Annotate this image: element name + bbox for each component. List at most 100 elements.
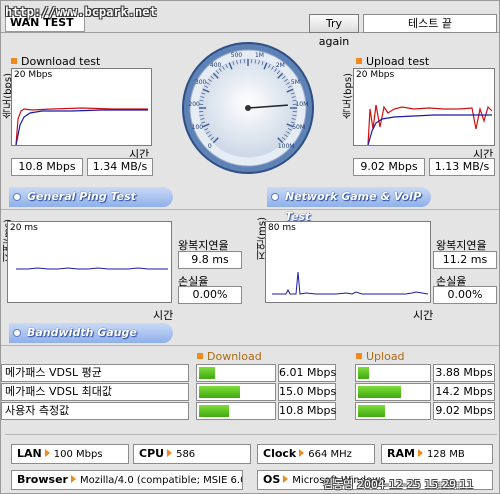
download-mbps: 10.8 Mbps xyxy=(11,158,83,176)
cpu-info: CPU 586 xyxy=(133,444,251,464)
game-line-blue xyxy=(272,271,429,295)
bw-upload-bar xyxy=(355,364,431,382)
bw-download-value: 15.0 Mbps xyxy=(278,383,336,401)
game-banner: Network Game & VoIP Test xyxy=(267,187,431,223)
gauge-tick-label: 300 xyxy=(195,79,207,86)
watermark: http://www.bcpark.net xyxy=(5,5,157,19)
bw-upload-header: Upload xyxy=(356,350,405,363)
bw-download-fill xyxy=(199,367,215,379)
banner-bullet-icon xyxy=(13,329,21,337)
bw-download-bar xyxy=(196,383,276,401)
bw-download-bar xyxy=(196,402,276,420)
upload-mbps: 9.02 Mbps xyxy=(353,158,425,176)
bw-download-value: 10.8 Mbps xyxy=(278,402,336,420)
ping-graph: 20 ms xyxy=(7,221,172,303)
bw-download-header: Download xyxy=(197,350,262,363)
ping-line-blue xyxy=(16,267,168,270)
bw-upload-value: 14.2 Mbps xyxy=(433,383,495,401)
arrow-right-icon xyxy=(167,449,173,457)
test-status-field: 테스트 끝 xyxy=(363,14,497,33)
browser-info: Browser Mozilla/4.0 (compatible; MSIE 6.0 xyxy=(11,470,243,490)
gauge-tick-label: 400 xyxy=(210,62,222,69)
gauge-tick-label: 0 xyxy=(208,143,212,150)
upload-graph: 20 Mbps xyxy=(353,68,495,146)
bandwidth-divider xyxy=(1,345,499,346)
bullet-icon xyxy=(11,58,17,64)
game-banner-text: Network Game & VoIP Test xyxy=(285,190,422,223)
game-rtt-value: 11.2 ms xyxy=(433,251,497,269)
ram-value: 128 MB xyxy=(426,449,465,460)
browser-value: Mozilla/4.0 (compatible; MSIE 6.0 xyxy=(79,475,243,486)
ping-line xyxy=(16,267,168,270)
game-loss-value: 0.00% xyxy=(433,286,497,304)
arrow-right-icon xyxy=(299,449,305,457)
bandwidth-banner: Bandwidth Gauge xyxy=(9,323,173,343)
gauge-tick-label: 200 xyxy=(188,101,200,108)
upload-mbs: 1.13 MB/s xyxy=(429,158,495,176)
ping-banner-text: General Ping Test xyxy=(27,190,136,203)
bw-upload-value: 3.88 Mbps xyxy=(433,364,495,382)
clock-value: 664 MHz xyxy=(308,449,352,460)
download-mbs: 1.34 MB/s xyxy=(87,158,153,176)
capture-timestamp: 김동영 2004-12-25 15:29:11 xyxy=(323,478,474,491)
ping-banner: General Ping Test xyxy=(9,187,173,207)
game-xlabel: 시간 xyxy=(413,309,434,322)
bw-upload-fill xyxy=(358,405,385,417)
game-graph: 80 ms xyxy=(265,221,431,303)
download-line-red xyxy=(15,107,148,145)
section-divider xyxy=(1,209,499,210)
bandwidth-banner-text: Bandwidth Gauge xyxy=(27,326,137,339)
lan-info: LAN 100 Mbps xyxy=(11,444,129,464)
download-graph: 20 Mbps xyxy=(11,68,152,146)
browser-label: Browser xyxy=(17,473,68,486)
gauge-tick-label: 100 xyxy=(192,124,204,131)
download-title: Download test xyxy=(11,55,100,68)
upload-line-red xyxy=(367,104,493,145)
gauge-tick-label: 1M xyxy=(255,52,264,59)
clock-label: Clock xyxy=(263,447,297,460)
arrow-right-icon xyxy=(283,475,289,483)
bw-download-fill xyxy=(199,386,240,398)
bw-upload-fill xyxy=(358,367,369,379)
game-line xyxy=(272,271,429,295)
bullet-icon xyxy=(356,58,362,64)
bw-upload-bar xyxy=(355,383,431,401)
cpu-label: CPU xyxy=(139,447,165,460)
bandwidth-rows: 메가패스 VDSL 평균 6.01 Mbps 3.88 Mbps 메가패스 VD… xyxy=(1,364,499,424)
arrow-right-icon xyxy=(417,449,423,457)
ping-xlabel: 시간 xyxy=(153,309,174,322)
bw-download-header-text: Download xyxy=(207,350,262,363)
gauge-tick-label: 50M xyxy=(292,124,305,131)
cpu-value: 586 xyxy=(176,449,196,460)
bw-download-value: 6.01 Mbps xyxy=(278,364,336,382)
gauge-tick-label: 2M xyxy=(276,62,285,69)
lan-value: 100 Mbps xyxy=(53,449,103,460)
speed-gauge: 0 100 200 300 400 500 1M 2M 5M 10M 50M 100M xyxy=(181,41,315,175)
gauge-tick-label: 100M xyxy=(278,143,295,150)
gauge-tick-label: 500 xyxy=(231,52,243,59)
os-label: OS xyxy=(263,473,281,486)
download-lines xyxy=(15,107,148,145)
bw-row-label: 사용자 측정값 xyxy=(1,402,189,420)
arrow-right-icon xyxy=(70,475,76,483)
wan-test-window: http://www.bcpark.net WAN TEST Try again… xyxy=(0,0,500,494)
arrow-right-icon xyxy=(44,449,50,457)
bullet-icon xyxy=(356,353,362,359)
ping-rtt-value: 9.8 ms xyxy=(178,251,242,269)
bw-row-label: 메가패스 VDSL 최대값 xyxy=(1,383,189,401)
ping-loss-value: 0.00% xyxy=(178,286,242,304)
upload-line-blue xyxy=(367,114,492,145)
ram-info: RAM 128 MB xyxy=(381,444,493,464)
bw-download-bar xyxy=(196,364,276,382)
clock-info: Clock 664 MHz xyxy=(257,444,375,464)
bw-row-label: 메가패스 VDSL 평균 xyxy=(1,364,189,382)
upload-lines xyxy=(367,104,493,145)
gauge-dial: 0 100 200 300 400 500 1M 2M 5M 10M 50M 100M xyxy=(182,42,314,174)
try-again-button[interactable]: Try again xyxy=(309,14,359,48)
bullet-icon xyxy=(197,353,203,359)
download-line-blue xyxy=(15,109,148,145)
upload-title-text: Upload test xyxy=(366,55,430,68)
bw-upload-header-text: Upload xyxy=(366,350,405,363)
lan-label: LAN xyxy=(17,447,42,460)
banner-bullet-icon xyxy=(271,193,279,201)
